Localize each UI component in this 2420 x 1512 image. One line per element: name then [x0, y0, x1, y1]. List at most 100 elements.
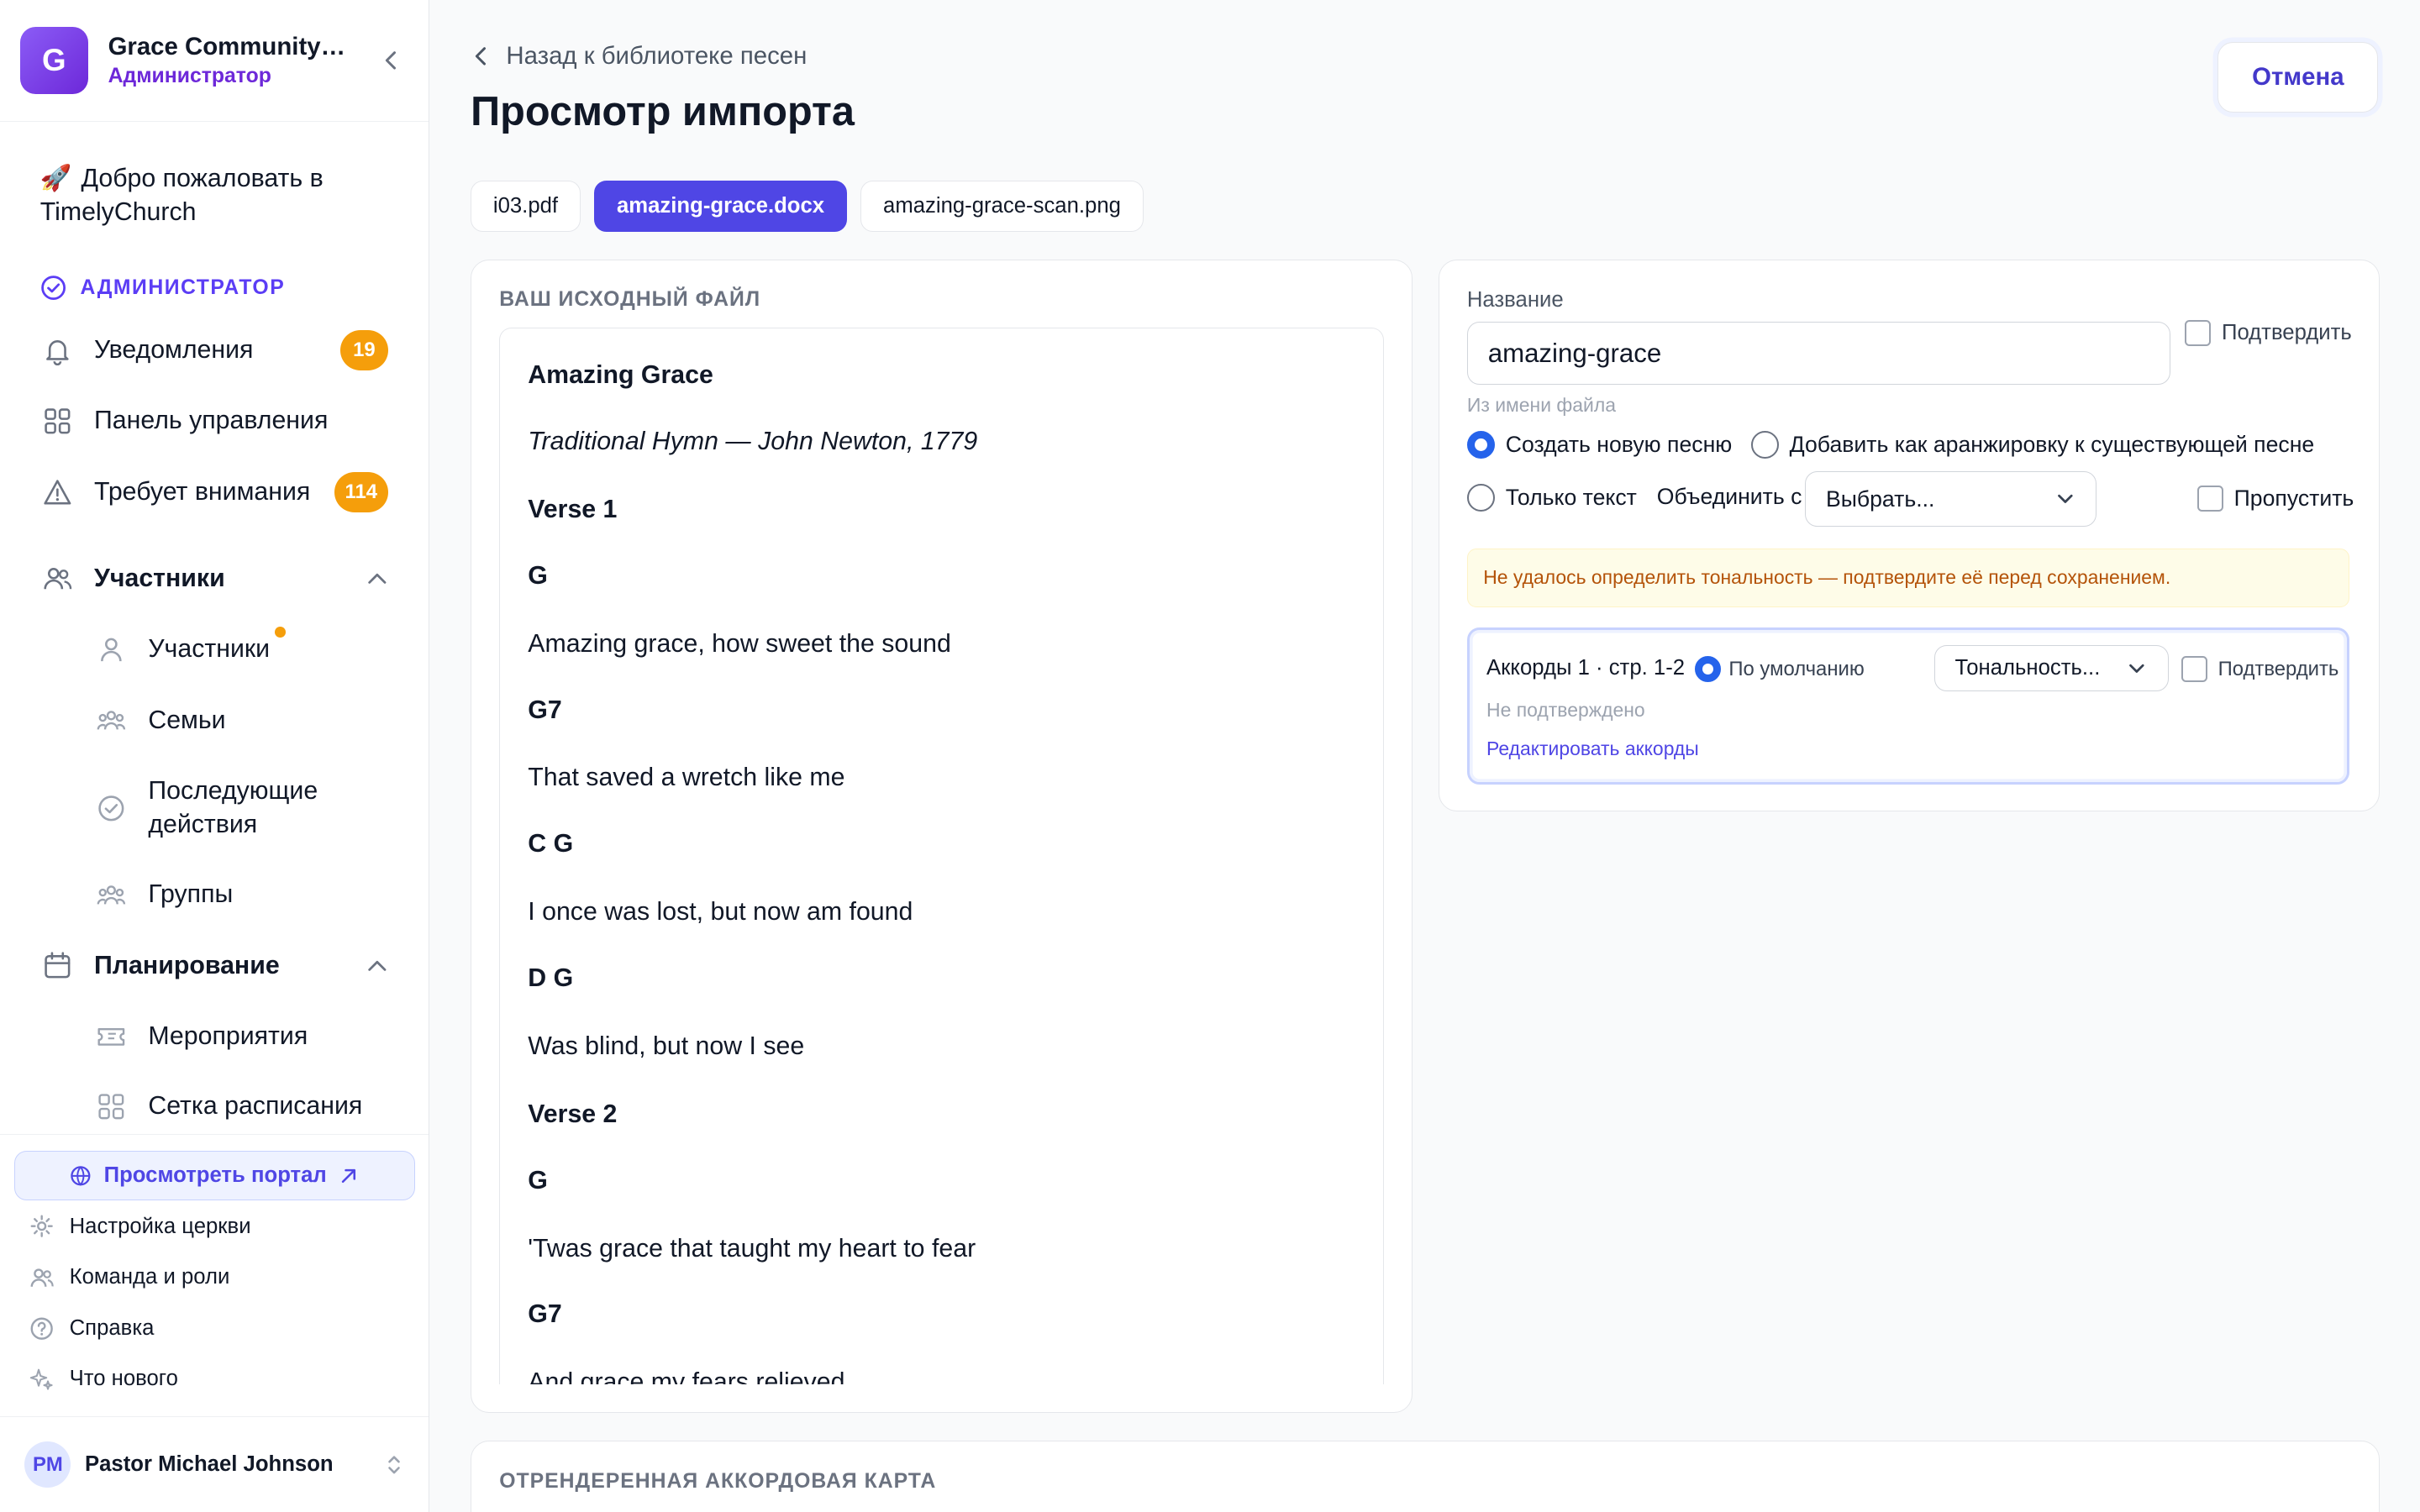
sidebar-item-team-roles[interactable]: Команда и роли: [28, 1263, 229, 1291]
calendar-icon: [40, 949, 74, 983]
skip-label: Пропустить: [2233, 485, 2354, 511]
chevron-updown-icon[interactable]: [385, 1454, 403, 1476]
sidebar-group-planning[interactable]: Планирование: [40, 940, 388, 992]
rocket-icon: 🚀: [39, 164, 72, 192]
chords-status: Не подтверждено: [1486, 699, 1645, 722]
back-link[interactable]: Назад к библиотеке песен: [471, 42, 807, 71]
radio-add-arrangement[interactable]: Добавить как аранжировку к существующей …: [1750, 431, 2315, 459]
chevron-up-icon[interactable]: [366, 955, 388, 977]
radio-default[interactable]: По умолчанию: [1694, 655, 1865, 683]
sidebar-item-church-settings[interactable]: Настройка церкви: [28, 1213, 251, 1241]
view-portal-button[interactable]: Просмотреть портал: [13, 1151, 416, 1200]
user-name: Pastor Michael Johnson: [84, 1452, 334, 1477]
sidebar-item-whats-new[interactable]: Что нового: [28, 1365, 178, 1393]
sidebar-item-help[interactable]: Справка: [28, 1315, 154, 1342]
radio[interactable]: [1750, 431, 1779, 459]
radio-text-only[interactable]: Только текст: [1466, 483, 1637, 512]
sidebar-item-label: Уведомления: [94, 335, 254, 364]
source-document[interactable]: Amazing Grace Traditional Hymn — John Ne…: [499, 328, 1384, 1385]
radio-create-new[interactable]: Создать новую песню: [1466, 431, 1733, 459]
org-header[interactable]: G Grace Community Church Администратор: [0, 0, 429, 123]
unread-dot: [274, 626, 286, 638]
confirm-name-checkbox[interactable]: Подтвердить: [2184, 320, 2352, 347]
confirm-label: Подтвердить: [2221, 321, 2352, 345]
radio-label: По умолчанию: [1728, 657, 1865, 680]
merge-select-value: Выбрать...: [1825, 486, 1935, 512]
doc-line: G7: [528, 1300, 562, 1329]
grid-icon: [94, 1089, 128, 1123]
welcome-text: Добро пожаловать в TimelyChurch: [39, 164, 324, 227]
radio-selected[interactable]: [1466, 431, 1495, 459]
doc-line: G: [528, 1166, 548, 1194]
tab-file-active[interactable]: amazing-grace.docx: [594, 180, 847, 232]
collapse-sidebar-icon[interactable]: [372, 42, 409, 79]
cancel-button[interactable]: Отмена: [2217, 41, 2379, 113]
checkbox[interactable]: [2181, 655, 2207, 683]
family-icon: [94, 704, 128, 738]
user-menu[interactable]: PM Pastor Michael Johnson: [0, 1416, 429, 1512]
sidebar: G Grace Community Church Администратор 🚀…: [0, 0, 429, 1512]
admin-section-label: АДМИНИСТРАТОР: [80, 276, 286, 299]
user-icon: [94, 633, 128, 666]
sidebar-item-members[interactable]: Участники: [94, 626, 388, 666]
edit-chords-link[interactable]: Редактировать аккорды: [1486, 738, 1699, 760]
sidebar-item-events[interactable]: Мероприятия: [94, 1020, 388, 1053]
avatar: PM: [24, 1441, 71, 1488]
checkbox[interactable]: [2184, 320, 2212, 347]
sidebar-item-label: Сетка расписания: [148, 1091, 363, 1120]
confirm-chords-checkbox[interactable]: Подтвердить: [2181, 655, 2338, 683]
merge-select[interactable]: Выбрать...: [1805, 471, 2097, 528]
doc-line: G: [528, 561, 548, 590]
chevron-down-icon: [2126, 658, 2148, 680]
doc-line: I once was lost, but now am found: [528, 898, 913, 927]
checkbox[interactable]: [2196, 485, 2223, 512]
song-name-input[interactable]: amazing-grace: [1466, 322, 2171, 386]
sidebar-item-attention[interactable]: Требует внимания 114: [40, 466, 388, 518]
notifications-badge: 19: [339, 330, 388, 370]
sidebar-item-label: Требует внимания: [94, 477, 311, 506]
radio[interactable]: [1466, 483, 1495, 512]
doc-line: Amazing grace, how sweet the sound: [528, 629, 951, 658]
sidebar-item-dashboard[interactable]: Панель управления: [40, 395, 388, 447]
doc-line: Verse 1: [528, 495, 618, 523]
sidebar-item-notifications[interactable]: Уведомления 19: [40, 324, 388, 376]
check-circle-icon: [94, 791, 128, 825]
radio-label: Добавить как аранжировку к существующей …: [1789, 432, 2315, 458]
org-avatar: G: [19, 26, 88, 95]
sidebar-item-label: Мероприятия: [148, 1022, 308, 1051]
key-select[interactable]: Тональность...: [1933, 645, 2169, 692]
footer-item-label: Что нового: [69, 1367, 178, 1391]
tab-file[interactable]: i03.pdf: [471, 180, 581, 232]
sidebar-group-members[interactable]: Участники: [40, 553, 388, 605]
chevron-left-icon: [476, 46, 487, 66]
sidebar-item-schedule-grid[interactable]: Сетка расписания: [94, 1089, 388, 1123]
tab-file[interactable]: amazing-grace-scan.png: [860, 180, 1144, 232]
doc-line: Verse 2: [528, 1100, 618, 1128]
source-file-card: ВАШ ИСХОДНЫЙ ФАЙЛ Amazing Grace Traditio…: [471, 259, 1413, 1414]
key-warning: Не удалось определить тональность — подт…: [1466, 549, 2350, 607]
radio-label: Создать новую песню: [1505, 432, 1733, 458]
doc-line: D G: [528, 964, 574, 993]
rendered-chart-label: ОТРЕНДЕРЕННАЯ АККОРДОВАЯ КАРТА: [499, 1469, 937, 1493]
chevron-up-icon[interactable]: [366, 568, 388, 590]
sidebar-item-groups[interactable]: Группы: [94, 878, 388, 911]
rendered-chart-card: ОТРЕНДЕРЕННАЯ АККОРДОВАЯ КАРТА: [471, 1441, 2381, 1512]
sidebar-item-label: Панель управления: [94, 407, 329, 435]
name-hint: Из имени файла: [1466, 394, 1616, 417]
users-icon: [28, 1263, 55, 1291]
import-form-card: Название amazing-grace Подтвердить Из им…: [1438, 259, 2381, 812]
footer-item-label: Настройка церкви: [69, 1214, 251, 1238]
ticket-icon: [94, 1020, 128, 1053]
view-portal-label: Просмотреть портал: [103, 1163, 327, 1188]
footer-item-label: Команда и роли: [69, 1265, 230, 1289]
merge-label: Объединить с: [1656, 483, 1802, 509]
doc-line: Amazing Grace: [528, 360, 713, 389]
gear-icon: [28, 1213, 55, 1241]
skip-checkbox[interactable]: Пропустить: [2196, 485, 2354, 512]
sidebar-item-label: Участники: [148, 635, 271, 664]
name-label: Название: [1466, 287, 1564, 312]
external-link-icon: [342, 1168, 356, 1183]
radio-selected[interactable]: [1694, 655, 1722, 683]
sidebar-item-followups[interactable]: Последующие действия: [94, 774, 318, 843]
sidebar-item-families[interactable]: Семьи: [94, 704, 388, 738]
